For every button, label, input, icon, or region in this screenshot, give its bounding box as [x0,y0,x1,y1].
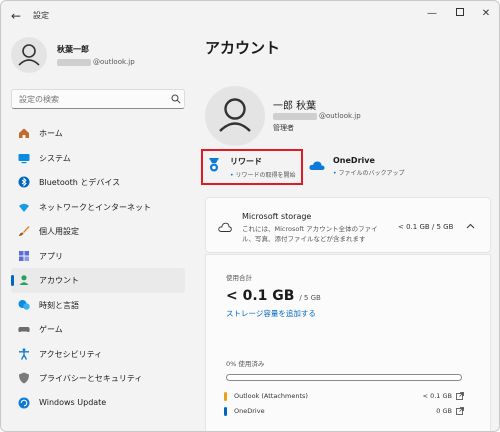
title-bar: ← 設定 — ✕ [1,1,499,31]
apps-icon [19,250,29,261]
window-title: 設定 [33,11,49,20]
wifi-icon [19,203,29,212]
sidebar-item-label: プライバシーとセキュリティ [39,374,143,383]
rewards-subtitle: • リワードの取得を開始 [230,170,296,179]
minimize-button[interactable]: — [421,5,443,23]
redacted-email [273,112,317,120]
gamepad-icon [18,327,30,333]
cloud-icon [218,222,232,232]
sidebar-item-home[interactable]: ホーム [11,121,185,146]
used-total-label: 使用合計 [226,274,252,282]
service-name: Outlook (Attachments) [234,392,308,400]
sidebar-item-label: システム [39,153,71,163]
used-total-capacity: / 5 GB [299,294,321,302]
profile-email: @outlook.jp [57,58,135,66]
storage-title: Microsoft storage [242,212,312,221]
rewards-title: リワード [230,157,262,166]
service-color-mark [224,407,227,416]
sidebar-item-network[interactable]: ネットワークとインターネット [11,195,185,220]
account-avatar[interactable] [205,86,265,146]
add-storage-link[interactable]: ストレージ容量を追加する [226,308,316,319]
sidebar-item-label: アカウント [39,276,79,285]
account-email-suffix: @outlook.jp [319,112,361,120]
settings-window: ← 設定 — ✕ 秋葉一郎 @outlook.jp ホーム システム Bluet… [0,0,500,432]
onedrive-title: OneDrive [333,156,375,165]
search-icon [171,94,181,104]
sidebar-item-system[interactable]: システム [11,146,185,171]
profile-name: 秋葉一郎 [57,45,89,54]
sidebar-item-accounts[interactable]: アカウント [11,268,185,293]
used-value-number: < 0.1 GB [226,288,295,304]
sidebar-item-bluetooth[interactable]: Bluetooth とデバイス [11,170,185,195]
bullet-icon: • [333,170,337,177]
service-row-onedrive[interactable]: OneDrive 0 GB [224,406,464,418]
open-external-icon[interactable] [456,407,464,415]
chevron-up-icon[interactable] [466,223,475,229]
person-icon [219,98,251,132]
sidebar-item-label: アクセシビリティ [39,349,103,359]
sidebar-item-gaming[interactable]: ゲーム [11,317,185,342]
redacted-email [57,58,91,66]
sidebar-item-apps[interactable]: アプリ [11,244,185,269]
system-icon [18,153,30,163]
sidebar-item-label: 時刻と言語 [39,300,79,310]
percent-used-label: 0% 使用済み [226,360,265,368]
update-icon [18,397,30,408]
sidebar-item-personalization[interactable]: 個人用設定 [11,219,185,244]
storage-description: これには、Microsoft アカウント全体のファイル、写真、添付ファイルなどが… [242,225,378,243]
sidebar-item-label: ネットワークとインターネット [39,202,151,212]
open-external-icon[interactable] [456,392,464,400]
sidebar-item-label: Windows Update [39,397,107,407]
bluetooth-icon [18,176,30,188]
sidebar-item-label: ホーム [39,129,63,138]
onedrive-icon [309,161,325,170]
storage-usage: < 0.1 GB / 5 GB [398,223,454,231]
service-name: OneDrive [234,407,265,415]
storage-card-header[interactable]: Microsoft storage これには、Microsoft アカウント全体… [205,197,491,253]
brush-icon [19,226,30,236]
sidebar-item-label: アプリ [39,251,63,261]
service-row-outlook[interactable]: Outlook (Attachments) < 0.1 GB [224,391,464,403]
rewards-link[interactable]: リワード • リワードの取得を開始 [230,156,296,179]
maximize-button[interactable] [449,5,471,23]
onedrive-link[interactable]: OneDrive • ファイルのバックアップ [333,156,405,177]
sidebar-item-windows-update[interactable]: Windows Update [11,391,185,416]
sidebar-item-label: Bluetooth とデバイス [39,178,121,187]
search-input[interactable] [11,89,185,109]
sidebar-item-label: 個人用設定 [39,227,79,236]
service-color-mark [224,392,227,401]
page-title: アカウント [205,39,281,57]
avatar[interactable] [11,37,47,73]
rewards-icon [209,158,219,172]
onedrive-subtitle-text: ファイルのバックアップ [338,170,405,177]
onedrive-subtitle: • ファイルのバックアップ [333,168,405,177]
close-button[interactable]: ✕ [475,5,497,23]
shield-icon [19,372,29,384]
sidebar-item-label: ゲーム [39,325,63,334]
rewards-subtitle-text: リワードの取得を開始 [235,172,296,179]
accessibility-icon [19,347,29,360]
sidebar-nav: ホーム システム Bluetooth とデバイス ネットワークとインターネット … [11,121,185,415]
sidebar-item-time-language[interactable]: 時刻と言語 [11,293,185,318]
person-icon [18,44,40,66]
back-button[interactable]: ← [11,9,21,23]
sidebar-item-privacy[interactable]: プライバシーとセキュリティ [11,366,185,391]
account-name: 一郎 秋葉 [273,101,317,112]
maximize-icon [456,8,464,16]
bullet-icon: • [230,172,234,179]
used-value: < 0.1 GB / 5 GB [226,288,321,304]
sidebar-item-accessibility[interactable]: アクセシビリティ [11,342,185,367]
storage-progress-bar [226,374,462,381]
service-size: 0 GB [436,407,452,415]
service-size: < 0.1 GB [422,392,452,400]
profile-email-suffix: @outlook.jp [93,58,135,66]
time-language-icon [18,299,30,310]
home-icon [19,128,29,138]
storage-details: 使用合計 < 0.1 GB / 5 GB ストレージ容量を追加する 0% 使用済… [205,254,491,431]
account-email: @outlook.jp [273,112,361,120]
account-icon [19,275,29,285]
account-role: 管理者 [273,124,294,132]
